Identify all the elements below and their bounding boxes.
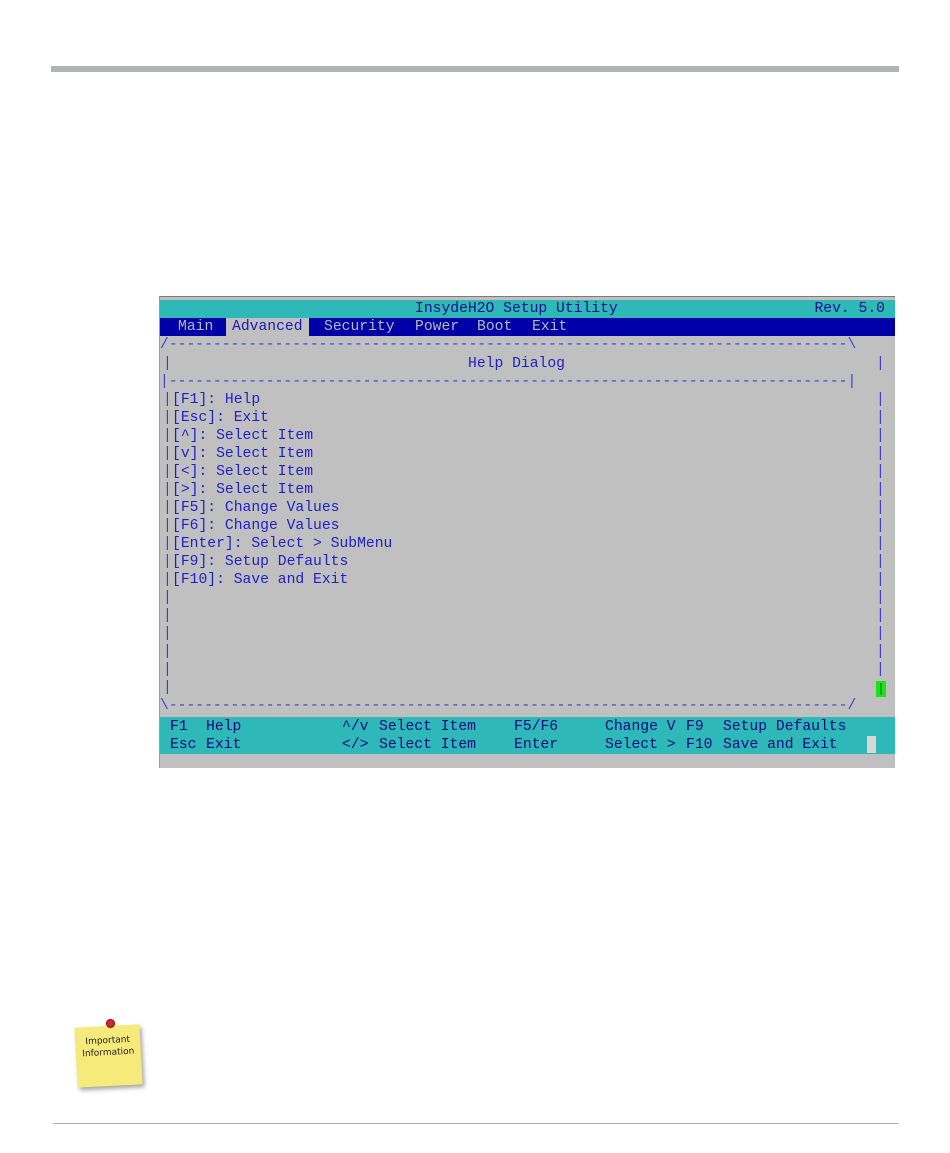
frame-pipe: | bbox=[163, 680, 172, 696]
help-item: [Enter]: Select > SubMenu bbox=[172, 536, 393, 552]
text-cursor bbox=[867, 736, 876, 753]
bios-title: InsydeH2O Setup Utility bbox=[415, 301, 618, 317]
frame-pipe: | bbox=[163, 500, 172, 516]
important-information-note: Important Information bbox=[74, 1024, 143, 1088]
frame-pipe: | bbox=[876, 608, 885, 624]
frame-pipe: | bbox=[876, 644, 885, 660]
bios-setup-screenshot: InsydeH2O Setup Utility Rev. 5.0 Main Ad… bbox=[159, 296, 895, 768]
frame-pipe: | bbox=[163, 572, 172, 588]
scroll-thumb[interactable]: | bbox=[876, 681, 886, 697]
frame-pipe: | bbox=[163, 392, 172, 408]
footer-key-f1: F1 bbox=[170, 719, 188, 735]
help-item: [^]: Select Item bbox=[172, 428, 314, 444]
footer-key-esc: Esc bbox=[170, 737, 197, 753]
frame-pipe: | bbox=[876, 662, 885, 678]
help-item: [v]: Select Item bbox=[172, 446, 314, 462]
help-item: [F9]: Setup Defaults bbox=[172, 554, 349, 570]
help-item: [Esc]: Exit bbox=[172, 410, 269, 426]
frame-pipe: | bbox=[163, 464, 172, 480]
footer-key-enter: Enter bbox=[514, 737, 559, 753]
frame-pipe: | bbox=[876, 464, 885, 480]
dialog-title-separator: |---------------------------------------… bbox=[160, 374, 857, 390]
frame-pipe: | bbox=[163, 482, 172, 498]
footer-desc-exit: Exit bbox=[206, 737, 242, 753]
frame-pipe: | bbox=[876, 590, 885, 606]
footer-desc-save-exit: Save and Exit bbox=[723, 737, 838, 753]
help-item: [F6]: Change Values bbox=[172, 518, 340, 534]
top-rule bbox=[51, 66, 899, 72]
menu-exit[interactable]: Exit bbox=[526, 318, 573, 336]
menu-main[interactable]: Main bbox=[172, 318, 219, 336]
frame-pipe: | bbox=[876, 500, 885, 516]
pushpin-icon bbox=[106, 1019, 115, 1028]
frame-pipe: | bbox=[876, 410, 885, 426]
dialog-top-border: /---------------------------------------… bbox=[160, 337, 857, 353]
frame-pipe: | bbox=[163, 590, 172, 606]
frame-pipe: | bbox=[163, 554, 172, 570]
footer-desc-select-submenu: Select > bbox=[605, 737, 676, 753]
frame-pipe: | bbox=[163, 428, 172, 444]
footer-key-leftright: </> bbox=[342, 737, 369, 753]
footer-desc-select-item: Select Item bbox=[379, 737, 476, 753]
help-item: [F10]: Save and Exit bbox=[172, 572, 349, 588]
bios-revision: Rev. 5.0 bbox=[814, 301, 885, 317]
frame-pipe: | bbox=[876, 392, 885, 408]
frame-pipe: | bbox=[876, 572, 885, 588]
note-line-2: Information bbox=[82, 1046, 135, 1060]
footer-key-f5f6: F5/F6 bbox=[514, 719, 559, 735]
frame-pipe: | bbox=[876, 356, 885, 372]
menu-bar: Main Advanced Security Power Boot Exit bbox=[160, 318, 895, 336]
frame-pipe: | bbox=[876, 554, 885, 570]
help-item: [<]: Select Item bbox=[172, 464, 314, 480]
frame-pipe: | bbox=[876, 626, 885, 642]
help-item: [F1]: Help bbox=[172, 392, 261, 408]
frame-pipe: | bbox=[163, 410, 172, 426]
menu-boot[interactable]: Boot bbox=[471, 318, 518, 336]
frame-pipe: | bbox=[876, 428, 885, 444]
frame-pipe: | bbox=[876, 482, 885, 498]
help-item: [>]: Select Item bbox=[172, 482, 314, 498]
frame-pipe: | bbox=[163, 626, 172, 642]
footer-key-f9: F9 bbox=[686, 719, 704, 735]
frame-pipe: | bbox=[163, 446, 172, 462]
menu-advanced[interactable]: Advanced bbox=[226, 318, 309, 336]
footer-desc-help: Help bbox=[206, 719, 242, 735]
footer-desc-change-values: Change V bbox=[605, 719, 676, 735]
frame-pipe: | bbox=[876, 518, 885, 534]
footer-desc-select-item: Select Item bbox=[379, 719, 476, 735]
help-item: [F5]: Change Values bbox=[172, 500, 340, 516]
dialog-bottom-border: \---------------------------------------… bbox=[160, 698, 857, 714]
dialog-title: Help Dialog bbox=[468, 356, 565, 372]
footer-key-updown: ^/v bbox=[342, 719, 369, 735]
menu-security[interactable]: Security bbox=[318, 318, 401, 336]
frame-pipe: | bbox=[163, 356, 172, 372]
frame-pipe: | bbox=[163, 536, 172, 552]
frame-pipe: | bbox=[163, 662, 172, 678]
frame-pipe: | bbox=[163, 518, 172, 534]
footer-key-f10: F10 bbox=[686, 737, 713, 753]
menu-power[interactable]: Power bbox=[409, 318, 465, 336]
frame-pipe: | bbox=[876, 446, 885, 462]
key-help-footer: F1 Help ^/v Select Item F5/F6 Change V F… bbox=[160, 717, 895, 754]
frame-pipe: | bbox=[163, 644, 172, 660]
bottom-rule bbox=[53, 1123, 898, 1124]
frame-pipe: | bbox=[163, 608, 172, 624]
frame-pipe: | bbox=[876, 536, 885, 552]
footer-desc-setup-defaults: Setup Defaults bbox=[723, 719, 847, 735]
